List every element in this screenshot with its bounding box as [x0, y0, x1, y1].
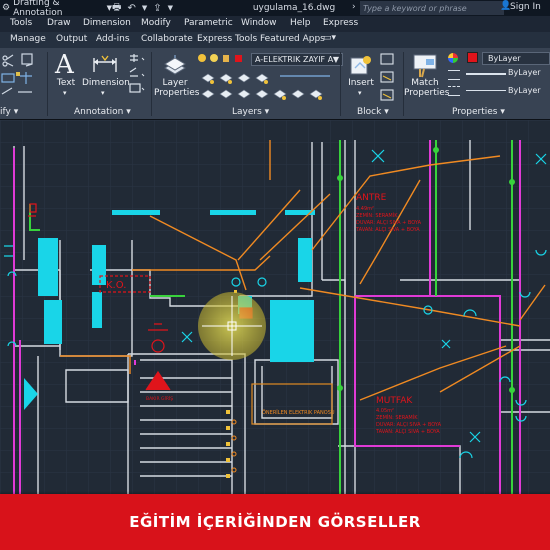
room1-area: 4.49m² [356, 206, 374, 212]
menu-bar: Tools Draw Dimension Modify Parametric W… [0, 16, 550, 32]
room1-wall: DUVAR: ALÇI SIVA + BOYA [356, 220, 422, 226]
room2-area: 4.05m² [376, 408, 394, 414]
menu-tools[interactable]: Tools [10, 18, 32, 28]
quick-access-toolbar: 🖶 ↶ ▼ ⇪ ▼ [112, 0, 230, 17]
room2-ceiling: TAVAN: ALÇI SIVA + BOYA [375, 429, 440, 435]
room2-wall: DUVAR: ALÇI SIVA + BOYA [376, 422, 442, 428]
annotation-panel-title[interactable]: Annotation ▾ [74, 107, 131, 117]
stair-label: BAKIR GİRİŞ [146, 395, 173, 402]
tab-add-ins[interactable]: Add-ins [96, 34, 130, 44]
linetype-dropdown[interactable]: ByLayer [508, 86, 541, 95]
chevron-down-icon[interactable]: ▾ [101, 88, 105, 98]
text-button[interactable]: Text [55, 78, 77, 88]
banner-text: EĞİTİM İÇERİĞİNDEN GÖRSELLER [129, 513, 421, 531]
menu-window[interactable]: Window [241, 18, 277, 28]
dimension-icon[interactable] [92, 54, 118, 76]
annotation-tools-icon[interactable] [128, 52, 148, 104]
promo-banner: EĞİTİM İÇERİĞİNDEN GÖRSELLER [0, 494, 550, 550]
chevron-right-icon[interactable]: › [352, 2, 356, 12]
tab-featured-apps[interactable]: Featured Apps [260, 34, 325, 44]
undo-icon[interactable]: ↶ [127, 3, 135, 14]
ribbon: ify ▾ A Text ▾ Dimension ▾ Annotation ▾ … [0, 48, 550, 120]
insert-block-icon[interactable] [349, 54, 373, 78]
menu-modify[interactable]: Modify [141, 18, 171, 28]
menu-draw[interactable]: Draw [47, 18, 71, 28]
autocad-window: ⚙ Drafting & Annotation ▼ 🖶 ↶ ▼ ⇪ ▼ uygu… [0, 0, 550, 550]
match-properties-icon[interactable] [412, 53, 438, 79]
room2-name: MUTFAK [376, 396, 413, 406]
tab-output[interactable]: Output [56, 34, 87, 44]
share-icon[interactable]: ⇪ [153, 3, 161, 14]
room1-floor: ZEMİN: SERAMİK [356, 212, 398, 219]
color-swatch [467, 52, 478, 63]
modify-panel-title[interactable]: ify ▾ [0, 107, 18, 117]
layer-tools-icons[interactable] [200, 70, 350, 104]
lineweight-icon [448, 70, 460, 80]
drawing-canvas[interactable]: K.O. BAKIR GİRİŞ ÖNERİLEN ELEKTRIK PANOS… [0, 120, 550, 494]
menu-help[interactable]: Help [290, 18, 311, 28]
layer-dropdown[interactable]: A-ELEKTRIK ZAYIF A ▼ [251, 53, 343, 66]
separator [151, 52, 152, 116]
linetype-icon [448, 86, 460, 96]
layer-properties-button[interactable]: Layer Properties [154, 78, 199, 98]
sign-in-link[interactable]: Sign In [510, 2, 541, 12]
chevron-down-icon[interactable]: ▼ [168, 4, 173, 12]
tab-express-tools[interactable]: Express Tools [197, 34, 257, 44]
chevron-down-icon[interactable]: ▾ [358, 88, 362, 98]
block-panel-title[interactable]: Block ▾ [357, 107, 389, 117]
color-dropdown[interactable]: ByLayer [482, 52, 550, 65]
menu-parametric[interactable]: Parametric [184, 18, 233, 28]
ko-label: K.O. [106, 280, 126, 291]
menu-dimension[interactable]: Dimension [83, 18, 131, 28]
separator [340, 52, 341, 116]
layers-panel-title[interactable]: Layers ▾ [232, 107, 269, 117]
ribbon-options-icon[interactable]: ▭▾ [323, 33, 336, 43]
tab-collaborate[interactable]: Collaborate [141, 34, 193, 44]
search-input[interactable]: Type a keyword or phrase [360, 1, 504, 15]
separator [47, 52, 48, 116]
menu-express[interactable]: Express [323, 18, 358, 28]
text-icon[interactable]: A [55, 50, 74, 80]
gear-icon: ⚙ [2, 3, 11, 13]
properties-panel-title[interactable]: Properties ▾ [452, 107, 505, 117]
room2-floor: ZEMİN: SERAMİK [376, 414, 418, 421]
linetype-sample [466, 90, 506, 91]
modify-tools-icon[interactable] [0, 52, 46, 104]
layer-properties-icon[interactable] [163, 54, 187, 78]
color-wheel-icon[interactable] [448, 53, 458, 63]
panel-label: ÖNERİLEN ELEKTRIK PANOSU [262, 409, 335, 416]
chevron-down-icon[interactable]: ▾ [63, 88, 67, 98]
match-properties-button[interactable]: Match Properties [404, 78, 449, 98]
file-name: uygulama_16.dwg [252, 3, 336, 13]
print-icon[interactable]: 🖶 [112, 0, 121, 17]
dimension-button[interactable]: Dimension [82, 78, 130, 88]
insert-button[interactable]: Insert [347, 78, 375, 88]
ribbon-tab-bar: Manage Output Add-ins Collaborate Expres… [0, 32, 550, 48]
tab-manage[interactable]: Manage [10, 34, 46, 44]
cad-drawing: K.O. BAKIR GİRİŞ ÖNERİLEN ELEKTRIK PANOS… [0, 120, 550, 494]
block-tools-icons[interactable] [379, 52, 399, 104]
room1-ceiling: TAVAN: ALÇI SIVA + BOYA [355, 227, 420, 233]
room1-name: ANTRE [356, 193, 387, 203]
chevron-down-icon[interactable]: ▼ [142, 4, 147, 12]
layer-state-icons[interactable] [197, 52, 245, 66]
lineweight-sample [466, 73, 506, 75]
lineweight-dropdown[interactable]: ByLayer [508, 68, 541, 77]
